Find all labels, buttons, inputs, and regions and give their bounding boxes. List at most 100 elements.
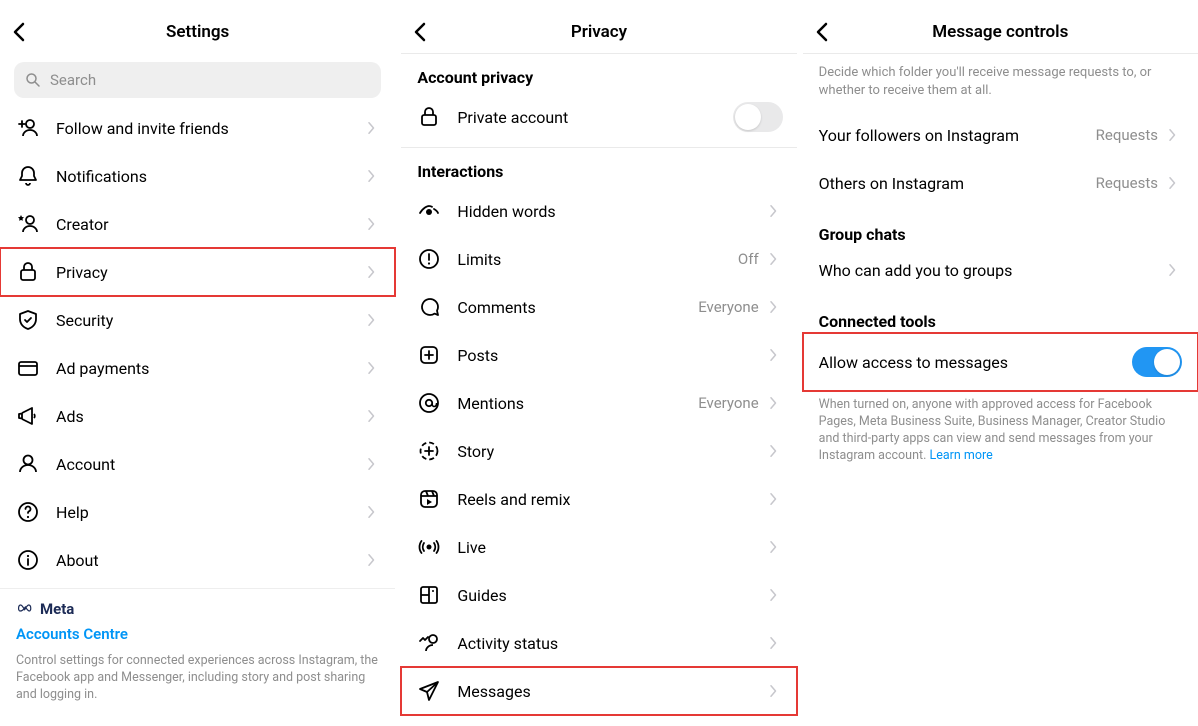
reels-icon (415, 485, 443, 513)
message-controls-header: Message controls (803, 10, 1198, 54)
page-description: Decide which folder you'll receive messa… (803, 54, 1198, 111)
search-icon (24, 71, 42, 89)
chevron-right-icon (1164, 174, 1182, 192)
row-value: Everyone (698, 394, 758, 412)
section-group-chats: Group chats (803, 207, 1198, 246)
meta-footer: Meta Accounts Centre Control settings fo… (0, 588, 395, 704)
section-connected-tools: Connected tools (803, 294, 1198, 333)
chevron-right-icon (765, 346, 783, 364)
row-label: Reels and remix (457, 490, 758, 509)
private-account-row[interactable]: Private account (401, 93, 796, 141)
privacy-header: Privacy (401, 10, 796, 54)
search-input[interactable]: Search (14, 62, 381, 98)
chevron-right-icon (765, 538, 783, 556)
settings-row-megaphone[interactable]: Ads (0, 392, 395, 440)
lock-icon (415, 103, 443, 131)
settings-row-help[interactable]: Help (0, 488, 395, 536)
chevron-right-icon (363, 215, 381, 233)
private-account-label: Private account (457, 108, 732, 127)
chevron-right-icon (363, 407, 381, 425)
chevron-right-icon (363, 167, 381, 185)
chevron-right-icon (1164, 126, 1182, 144)
row-label: Ad payments (56, 359, 357, 378)
back-button[interactable] (803, 12, 843, 52)
row-label: Live (457, 538, 758, 557)
allow-access-label: Allow access to messages (819, 353, 1132, 372)
chevron-right-icon (765, 250, 783, 268)
add-user-icon (14, 114, 42, 142)
plus-square-icon (415, 341, 443, 369)
row-label: Creator (56, 215, 357, 234)
card-icon (14, 354, 42, 382)
chevron-right-icon (765, 202, 783, 220)
interaction-row-comment[interactable]: CommentsEveryone (401, 283, 796, 331)
followers-label: Your followers on Instagram (819, 126, 1088, 145)
row-label: Messages (457, 682, 758, 701)
interaction-row-send[interactable]: Messages (401, 667, 796, 715)
chevron-right-icon (765, 442, 783, 460)
interaction-row-alert-circle[interactable]: LimitsOff (401, 235, 796, 283)
star-user-icon (14, 210, 42, 238)
row-label: Hidden words (457, 202, 758, 221)
learn-more-link[interactable]: Learn more (929, 448, 992, 463)
settings-row-shield[interactable]: Security (0, 296, 395, 344)
bell-icon (14, 162, 42, 190)
chevron-right-icon (363, 311, 381, 329)
back-button[interactable] (401, 12, 441, 52)
private-account-toggle[interactable] (733, 102, 783, 132)
interaction-row-activity[interactable]: Activity status (401, 619, 796, 667)
interaction-row-live[interactable]: Live (401, 523, 796, 571)
row-label: Guides (457, 586, 758, 605)
back-button[interactable] (0, 12, 40, 52)
guides-icon (415, 581, 443, 609)
row-label: Help (56, 503, 357, 522)
settings-row-lock[interactable]: Privacy (0, 248, 395, 296)
chevron-left-icon (409, 20, 433, 44)
interactions-list: Hidden words LimitsOffCommentsEveryonePos… (401, 187, 796, 715)
row-label: Security (56, 311, 357, 330)
interaction-row-story-circle[interactable]: Story (401, 427, 796, 475)
chevron-right-icon (363, 359, 381, 377)
chevron-right-icon (363, 455, 381, 473)
interaction-row-plus-square[interactable]: Posts (401, 331, 796, 379)
page-title: Settings (0, 22, 395, 42)
interaction-row-at[interactable]: Mentions Everyone (401, 379, 796, 427)
chevron-right-icon (765, 298, 783, 316)
chevron-right-icon (363, 263, 381, 281)
row-label: About (56, 551, 357, 570)
meta-icon (16, 599, 36, 619)
meta-logo: Meta (16, 599, 379, 619)
followers-row[interactable]: Your followers on Instagram Requests (803, 111, 1198, 159)
row-label: Notifications (56, 167, 357, 186)
eye-hidden-icon (415, 197, 443, 225)
settings-row-info[interactable]: About (0, 536, 395, 584)
others-row[interactable]: Others on Instagram Requests (803, 159, 1198, 207)
section-interactions: Interactions (401, 148, 796, 187)
settings-row-star-user[interactable]: Creator (0, 200, 395, 248)
interaction-row-guides[interactable]: Guides (401, 571, 796, 619)
row-label: Privacy (56, 263, 357, 282)
settings-row-add-user[interactable]: Follow and invite friends (0, 104, 395, 152)
groups-label: Who can add you to groups (819, 261, 1158, 280)
chevron-right-icon (363, 503, 381, 521)
chevron-right-icon (1164, 261, 1182, 279)
row-label: Activity status (457, 634, 758, 653)
interaction-row-eye-hidden[interactable]: Hidden words (401, 187, 796, 235)
comment-icon (415, 293, 443, 321)
interaction-row-reels[interactable]: Reels and remix (401, 475, 796, 523)
accounts-centre-link[interactable]: Accounts Centre (16, 625, 379, 643)
live-icon (415, 533, 443, 561)
groups-row[interactable]: Who can add you to groups (803, 246, 1198, 294)
row-label: Ads (56, 407, 357, 426)
lock-icon (14, 258, 42, 286)
row-label: Mentions (457, 394, 690, 413)
settings-row-card[interactable]: Ad payments (0, 344, 395, 392)
settings-row-bell[interactable]: Notifications (0, 152, 395, 200)
allow-access-row[interactable]: Allow access to messages (803, 333, 1198, 391)
chevron-left-icon (8, 20, 32, 44)
allow-access-toggle[interactable] (1132, 347, 1182, 377)
settings-row-user[interactable]: Account (0, 440, 395, 488)
page-title: Message controls (803, 22, 1198, 42)
others-label: Others on Instagram (819, 174, 1088, 193)
row-label: Story (457, 442, 758, 461)
